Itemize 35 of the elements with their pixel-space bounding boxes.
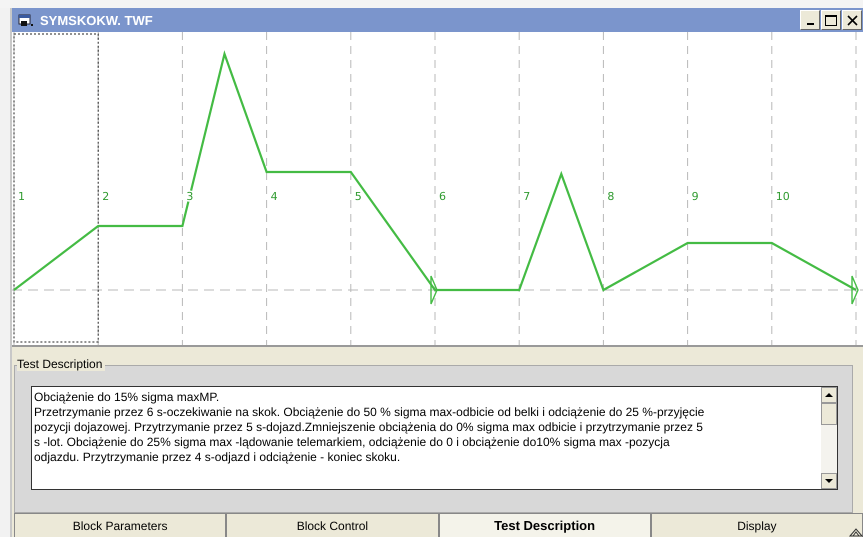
block-number: 7: [523, 190, 530, 203]
resize-grip-icon[interactable]: [849, 527, 863, 537]
description-line: s -lot. Obciążenie do 25% sigma max -lądowanie telemarkiem, odciążenie do 0 i obciążenie do10% sigma max -pozycja: [34, 435, 671, 450]
description-line: odjazdu. Przytrzymanie przez 4 s-odjazd i odciążenie - koniec skoku.: [34, 450, 402, 465]
description-line: Przetrzymanie przez 6 s-oczekiwanie na skok. Obciążenie do 50 % sigma max-odbicie od belki i odciążenie do 25 %-przyjęcie: [34, 405, 706, 420]
tab[interactable]: Block Parameters: [14, 513, 226, 537]
minimize-button[interactable]: [800, 10, 820, 30]
block-number: 2: [102, 190, 110, 203]
window-icon: [18, 13, 34, 27]
tab[interactable]: Block Control: [226, 513, 438, 537]
scroll-up-icon[interactable]: [821, 387, 837, 403]
block-number: 6: [439, 190, 446, 203]
scroll-down-icon[interactable]: [821, 473, 837, 489]
scrollbar[interactable]: [821, 387, 837, 489]
tab[interactable]: Display: [650, 513, 863, 537]
group-title: Test Description: [17, 357, 106, 371]
maximize-icon: [825, 14, 837, 26]
block-number: 9: [692, 190, 699, 203]
scroll-thumb[interactable]: [821, 403, 837, 425]
marker-icon: [851, 275, 859, 305]
minimize-icon: [806, 23, 814, 25]
block-number: 4: [270, 190, 278, 203]
maximize-button[interactable]: [821, 10, 841, 30]
description-line: pozycji dojazowej. Przytrzymanie przez 5 s-dojazd.Zmniejszenie obciążenia do 0% sigma max odbicie i przytrzymanie przez 5: [34, 420, 704, 435]
marker-icon: [430, 275, 438, 305]
block-number: 10: [776, 190, 790, 203]
description-field[interactable]: [31, 386, 838, 490]
block-number: 5: [354, 190, 362, 203]
block-number: 1: [18, 190, 25, 203]
close-button[interactable]: [842, 10, 862, 30]
block-number: 8: [607, 190, 614, 203]
description-line: Obciążenie do 15% sigma maxMP.: [34, 390, 220, 405]
close-icon: [846, 14, 858, 26]
window-title: SYMSKOKW. TWF: [40, 12, 153, 28]
tab[interactable]: Test Description: [438, 513, 651, 537]
